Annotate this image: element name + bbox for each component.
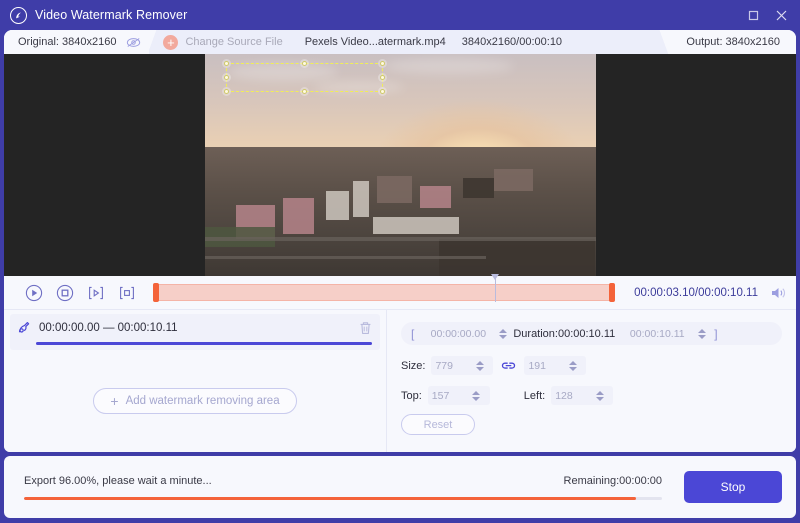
size-height-field[interactable] [524, 356, 587, 375]
stop-button[interactable]: Stop [684, 471, 782, 503]
plus-circle-icon: + [163, 34, 179, 50]
resize-handle[interactable] [379, 60, 385, 66]
left-field[interactable] [551, 386, 614, 405]
export-remaining-text: Remaining:00:00:00 [563, 474, 662, 487]
link-aspect-icon[interactable] [501, 360, 516, 371]
app-logo-icon [10, 6, 27, 24]
reset-button[interactable]: Reset [401, 414, 475, 435]
eye-hidden-icon[interactable] [126, 37, 141, 48]
size-width-stepper[interactable] [475, 359, 484, 373]
window-controls [740, 2, 794, 28]
original-resolution-label: Original: 3840x2160 [18, 36, 117, 48]
source-middle: + Change Source File Pexels Video...ater… [149, 30, 671, 54]
position-row: Top: Left: [401, 386, 782, 405]
size-height-stepper[interactable] [568, 359, 577, 373]
resize-handle[interactable] [379, 74, 385, 80]
change-source-file-button[interactable]: + Change Source File [163, 34, 283, 50]
play-circle-icon[interactable] [24, 283, 43, 302]
duration-row: [ Duration:00:00:10.11 ] [401, 322, 782, 345]
trash-icon[interactable] [359, 321, 372, 335]
area-time-range: 00:00:00.00 — 00:00:10.11 [39, 321, 178, 334]
export-progress-track [24, 496, 662, 500]
window-body: Original: 3840x2160 + Change Source File [0, 30, 800, 523]
resize-handle[interactable] [301, 60, 307, 66]
area-row: 00:00:00.00 — 00:00:10.11 [16, 320, 372, 335]
volume-icon[interactable] [770, 286, 786, 300]
top-input[interactable] [427, 389, 472, 402]
mark-out-icon[interactable] [117, 283, 136, 302]
start-time-stepper[interactable] [498, 327, 507, 341]
export-progress-fill [24, 496, 637, 500]
top-field[interactable] [427, 386, 490, 405]
start-time-input[interactable] [422, 327, 495, 340]
plus-icon: + [110, 393, 119, 409]
properties-panel: [ Duration:00:00:10.11 ] Size: [387, 310, 796, 452]
export-bar: Export 96.00%, please wait a minute... R… [4, 456, 796, 518]
maximize-icon[interactable] [740, 2, 766, 28]
video-preview [4, 54, 796, 276]
size-label: Size: [401, 359, 426, 372]
source-bar: Original: 3840x2160 + Change Source File [4, 30, 796, 54]
top-stepper[interactable] [472, 389, 481, 403]
file-info: 3840x2160/00:00:10 [461, 36, 563, 48]
resize-handle[interactable] [379, 89, 385, 95]
left-stepper[interactable] [595, 389, 604, 403]
end-time-stepper[interactable] [697, 327, 706, 341]
size-width-field[interactable] [431, 356, 494, 375]
time-display: 00:00:03.10/00:00:10.11 [634, 286, 758, 299]
add-watermark-area-label: Add watermark removing area [125, 395, 280, 407]
app-window: Video Watermark Remover Original: 3840x2… [0, 0, 800, 523]
export-status-text: Export 96.00%, please wait a minute... [24, 474, 212, 487]
add-watermark-area-button[interactable]: + Add watermark removing area [93, 388, 297, 414]
reset-wrap: Reset [401, 414, 782, 452]
size-height-input[interactable] [524, 359, 569, 372]
top-label: Top: [401, 389, 422, 402]
transport-bar: 00:00:03.10/00:00:10.11 [4, 274, 796, 310]
app-title: Video Watermark Remover [35, 8, 188, 22]
stop-circle-icon[interactable] [55, 283, 74, 302]
list-item[interactable]: 00:00:00.00 — 00:00:10.11 [10, 314, 380, 350]
areas-panel: 00:00:00.00 — 00:00:10.11 + Add watermar… [4, 310, 387, 452]
mark-in-icon[interactable] [86, 283, 105, 302]
end-time-input[interactable] [621, 327, 694, 340]
title-bar: Video Watermark Remover [0, 0, 800, 30]
duration-label: Duration:00:00:10.11 [513, 327, 616, 340]
watermark-selection-box[interactable] [224, 60, 385, 95]
file-name: Pexels Video...atermark.mp4 [304, 36, 446, 48]
add-area-wrap: + Add watermark removing area [4, 350, 386, 452]
area-duration-bar [36, 342, 372, 345]
town-layer [204, 154, 596, 276]
export-progress-area: Export 96.00%, please wait a minute... R… [24, 475, 684, 500]
resize-handle[interactable] [301, 89, 307, 95]
trim-end-handle[interactable] [609, 283, 616, 302]
bracket-open: [ [411, 326, 415, 341]
size-width-input[interactable] [431, 359, 476, 372]
export-status-row: Export 96.00%, please wait a minute... R… [24, 475, 662, 487]
output-info: Output: 3840x2160 [657, 30, 796, 54]
trim-timeline[interactable] [153, 274, 616, 302]
trim-start-handle[interactable] [153, 283, 159, 302]
original-info: Original: 3840x2160 [4, 30, 161, 54]
playhead[interactable] [490, 274, 499, 302]
change-source-label: Change Source File [185, 36, 283, 48]
output-resolution-label: Output: 3840x2160 [686, 36, 780, 48]
watermark-brush-icon [16, 320, 31, 335]
main-split: 00:00:00.00 — 00:00:10.11 + Add watermar… [4, 310, 796, 452]
left-label: Left: [523, 389, 546, 402]
file-meta: Pexels Video...atermark.mp4 3840x2160/00… [305, 36, 562, 48]
resize-handle[interactable] [224, 60, 230, 66]
left-input[interactable] [551, 389, 596, 402]
content-panel: Original: 3840x2160 + Change Source File [4, 30, 796, 452]
close-icon[interactable] [768, 2, 794, 28]
trim-track[interactable] [154, 284, 615, 301]
bracket-close: ] [714, 326, 718, 341]
video-frame [204, 54, 596, 276]
size-row: Size: [401, 356, 782, 375]
resize-handle[interactable] [224, 74, 230, 80]
